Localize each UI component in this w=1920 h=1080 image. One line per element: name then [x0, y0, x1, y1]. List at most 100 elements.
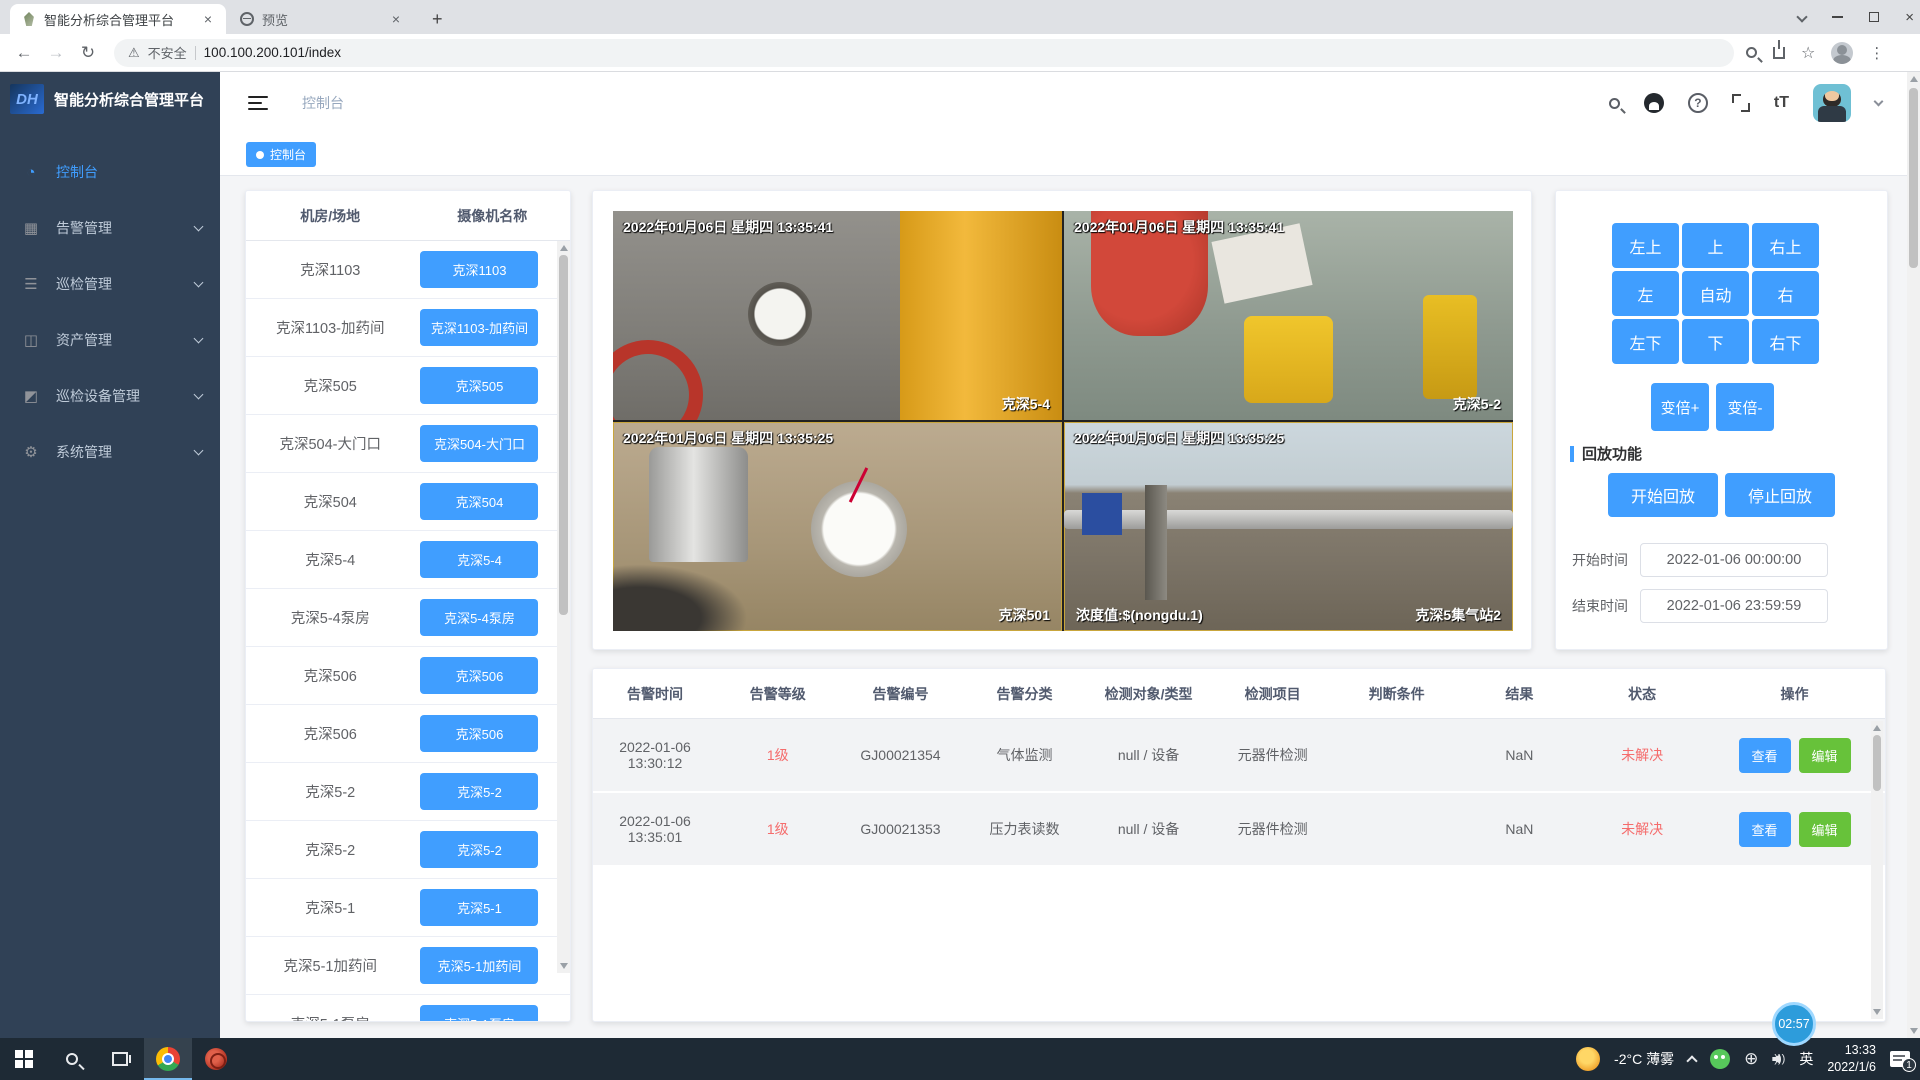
security-warning-icon[interactable]: ⚠	[128, 45, 140, 61]
camera-button[interactable]: 克深5-2	[420, 773, 538, 810]
ptz-up-left-button[interactable]: 左上	[1612, 223, 1679, 268]
url-text[interactable]: 100.100.200.101/index	[204, 45, 341, 60]
tab-platform[interactable]: 智能分析综合管理平台 ×	[10, 4, 226, 34]
ptz-down-left-button[interactable]: 左下	[1612, 319, 1679, 364]
tab-preview[interactable]: 预览 ×	[228, 4, 414, 34]
taskbar-app-button[interactable]	[192, 1038, 240, 1080]
notification-center-icon[interactable]: 1	[1890, 1051, 1910, 1067]
camera-button[interactable]: 克深5-4泵房	[420, 599, 538, 636]
network-icon[interactable]: ⊕	[1744, 1049, 1758, 1069]
scroll-down-icon[interactable]	[1910, 1028, 1918, 1034]
camera-button[interactable]: 克深1103-加药间	[420, 309, 538, 346]
camera-button[interactable]: 克深504	[420, 483, 538, 520]
scrollbar-thumb[interactable]	[1873, 735, 1881, 791]
sidebar-toggle-icon[interactable]	[248, 96, 268, 111]
reload-button[interactable]: ↻	[72, 43, 104, 63]
recording-timer-bubble[interactable]: 02:57	[1772, 1002, 1816, 1046]
address-bar[interactable]: ⚠ 不安全 100.100.200.101/index	[114, 39, 1734, 67]
taskbar-search-button[interactable]	[48, 1038, 96, 1080]
view-button[interactable]: 查看	[1739, 738, 1791, 773]
camera-button[interactable]: 克深506	[420, 715, 538, 752]
tab-search-chevron-icon[interactable]	[1797, 11, 1808, 22]
fullscreen-icon[interactable]	[1732, 94, 1750, 112]
breadcrumb[interactable]: 控制台	[302, 93, 344, 113]
scroll-down-icon[interactable]	[1873, 1009, 1881, 1015]
stop-playback-button[interactable]: 停止回放	[1725, 473, 1835, 517]
camera-button[interactable]: 克深5-1	[420, 889, 538, 926]
sidebar-item-console[interactable]: ◔ 控制台	[0, 144, 220, 200]
task-view-button[interactable]	[96, 1038, 144, 1080]
camera-button[interactable]: 克深5-1加药间	[420, 947, 538, 984]
window-minimize-button[interactable]	[1832, 16, 1843, 18]
camera-button[interactable]: 克深505	[420, 367, 538, 404]
ptz-down-button[interactable]: 下	[1682, 319, 1749, 364]
scroll-down-icon[interactable]	[560, 963, 568, 969]
scroll-up-icon[interactable]	[1910, 76, 1918, 82]
camera-button[interactable]: 克深506	[420, 657, 538, 694]
camera-feed-2[interactable]: 2022年01月06日 星期四 13:35:41 克深5-2	[1064, 211, 1513, 420]
ptz-auto-button[interactable]: 自动	[1682, 271, 1749, 316]
start-time-input[interactable]: 2022-01-06 00:00:00	[1640, 543, 1828, 577]
camera-button[interactable]: 克深5-4	[420, 541, 538, 578]
ptz-down-right-button[interactable]: 右下	[1752, 319, 1819, 364]
camera-button[interactable]: 克深1103	[420, 251, 538, 288]
forward-button[interactable]: →	[40, 43, 72, 63]
app-logo-row[interactable]: DH 智能分析综合管理平台	[0, 72, 220, 126]
bookmark-star-icon[interactable]: ☆	[1801, 43, 1815, 63]
ptz-up-button[interactable]: 上	[1682, 223, 1749, 268]
wechat-icon[interactable]	[1710, 1049, 1730, 1069]
scrollbar-thumb[interactable]	[1909, 88, 1918, 268]
edit-button[interactable]: 编辑	[1799, 738, 1851, 773]
search-icon[interactable]	[1609, 98, 1620, 109]
scroll-up-icon[interactable]	[1873, 725, 1881, 731]
edit-button[interactable]: 编辑	[1799, 812, 1851, 847]
camera-button[interactable]: 克深5-1泵房	[420, 1005, 538, 1022]
weather-icon[interactable]	[1576, 1047, 1600, 1071]
help-icon[interactable]: ?	[1688, 93, 1708, 113]
ptz-left-button[interactable]: 左	[1612, 271, 1679, 316]
browser-profile-avatar[interactable]	[1831, 42, 1853, 64]
camera-feed-4[interactable]: 2022年01月06日 星期四 13:35:25 浓度值:$(nongdu.1)…	[1064, 422, 1513, 631]
tray-expand-icon[interactable]	[1686, 1055, 1697, 1066]
sidebar-item-alarm-mgmt[interactable]: ▦ 告警管理	[0, 200, 220, 256]
camera-list-scrollbar[interactable]	[557, 241, 570, 973]
zoom-in-button[interactable]: 变倍+	[1651, 383, 1709, 431]
weather-text[interactable]: -2°C 薄雾	[1614, 1049, 1674, 1069]
camera-button[interactable]: 克深504-大门口	[420, 425, 538, 462]
sidebar-item-asset-mgmt[interactable]: ◫ 资产管理	[0, 312, 220, 368]
alarm-table-scrollbar[interactable]	[1871, 721, 1883, 1019]
sidebar-item-system-mgmt[interactable]: ⚙ 系统管理	[0, 424, 220, 480]
volume-icon[interactable]: )))	[1772, 1053, 1785, 1065]
input-language[interactable]: 英	[1799, 1049, 1813, 1069]
sidebar-item-inspection-mgmt[interactable]: ☰ 巡检管理	[0, 256, 220, 312]
share-icon[interactable]	[1773, 47, 1785, 59]
view-button[interactable]: 查看	[1739, 812, 1791, 847]
camera-feed-3[interactable]: 2022年01月06日 星期四 13:35:25 克深501	[613, 422, 1062, 631]
camera-feed-1[interactable]: 2022年01月06日 星期四 13:35:41 克深5-4	[613, 211, 1062, 420]
taskbar-clock[interactable]: 13:33 2022/1/6	[1827, 1042, 1876, 1076]
window-maximize-button[interactable]	[1869, 12, 1879, 22]
end-time-input[interactable]: 2022-01-06 23:59:59	[1640, 589, 1828, 623]
sidebar-item-device-mgmt[interactable]: ◩ 巡检设备管理	[0, 368, 220, 424]
page-scrollbar[interactable]	[1907, 72, 1920, 1038]
zoom-indicator-icon[interactable]	[1746, 47, 1757, 58]
scroll-up-icon[interactable]	[560, 245, 568, 251]
new-tab-button[interactable]: +	[424, 9, 451, 34]
avatar-caret-icon[interactable]	[1874, 96, 1884, 106]
browser-menu-kebab-icon[interactable]: ⋮	[1869, 44, 1884, 62]
tab-close-icon[interactable]: ×	[200, 11, 216, 27]
tag-console[interactable]: 控制台	[246, 142, 316, 167]
text-size-icon[interactable]: tT	[1774, 94, 1789, 112]
github-icon[interactable]	[1644, 93, 1664, 113]
tab-close-icon[interactable]: ×	[388, 11, 404, 27]
window-close-button[interactable]: ×	[1905, 9, 1914, 26]
user-avatar[interactable]	[1813, 84, 1851, 122]
taskbar-chrome-button[interactable]	[144, 1038, 192, 1080]
scrollbar-thumb[interactable]	[559, 255, 568, 615]
back-button[interactable]: ←	[8, 43, 40, 63]
zoom-out-button[interactable]: 变倍-	[1716, 383, 1774, 431]
camera-button[interactable]: 克深5-2	[420, 831, 538, 868]
start-playback-button[interactable]: 开始回放	[1608, 473, 1718, 517]
ptz-right-button[interactable]: 右	[1752, 271, 1819, 316]
start-button[interactable]	[0, 1038, 48, 1080]
